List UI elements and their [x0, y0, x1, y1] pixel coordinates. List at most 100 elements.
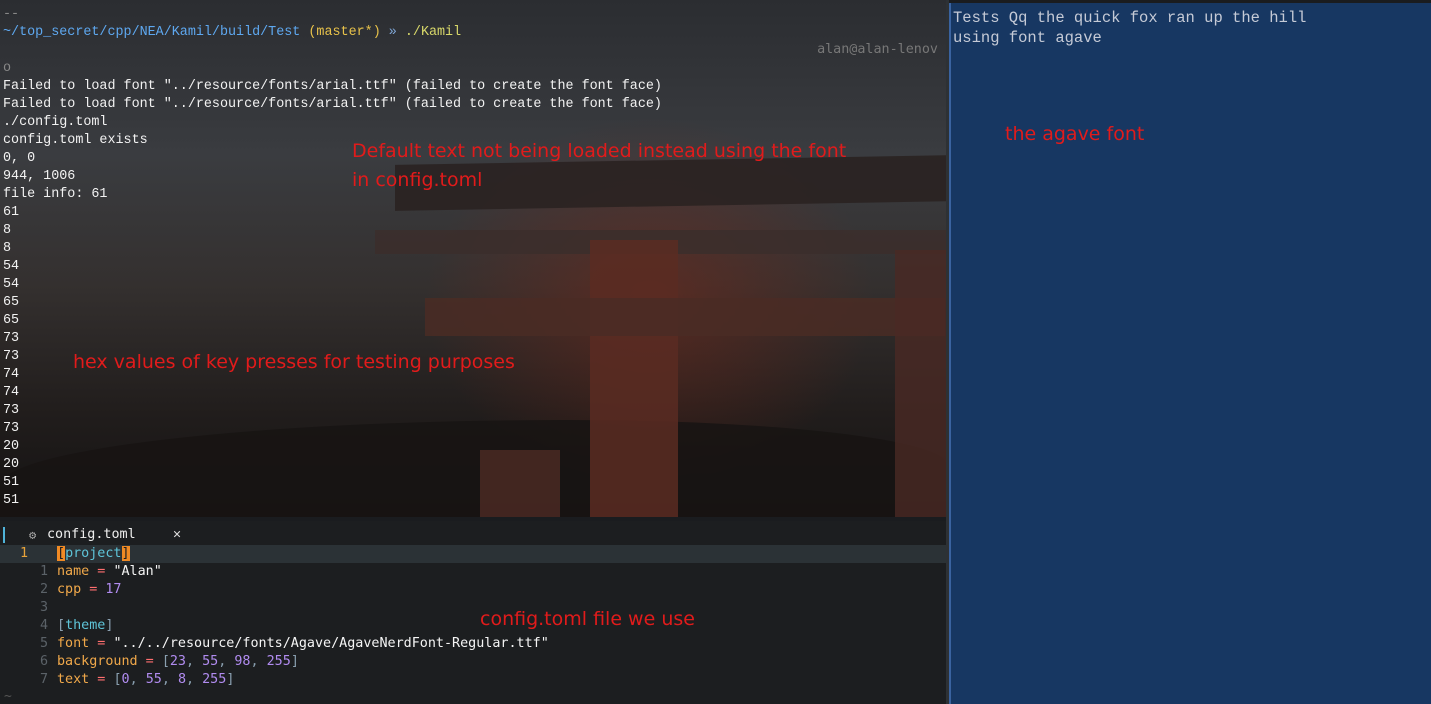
- code-token: text: [57, 672, 90, 687]
- code-token: ,: [161, 672, 178, 687]
- code-line[interactable]: 1 [project]: [0, 545, 946, 563]
- code-token: name: [57, 564, 90, 579]
- code-token: 255: [202, 672, 227, 687]
- line-number: 1: [19, 546, 28, 561]
- code-line[interactable]: 1 name = "Alan": [0, 563, 946, 581]
- code-token: 98: [234, 654, 251, 669]
- tab-active-indicator: [3, 527, 5, 543]
- agave-window[interactable]: Tests Qq the quick fox ran up the hill u…: [949, 3, 1431, 704]
- code-token: 55: [145, 672, 162, 687]
- prompt-path: ~/top_secret/cpp/NEA/Kamil/build/Test: [3, 25, 301, 40]
- code-token: cpp: [57, 582, 82, 597]
- annotation-default-text-line2: in config.toml: [352, 169, 483, 191]
- line-number: 3: [39, 600, 48, 615]
- code-token: ]: [290, 654, 299, 669]
- code-token: =: [89, 672, 114, 687]
- terminal-output-line: 73: [3, 403, 20, 418]
- tab-label: config.toml: [47, 527, 136, 542]
- code-token: [: [57, 546, 66, 561]
- code-token: ]: [105, 618, 114, 633]
- terminal-output-line: 73: [3, 421, 20, 436]
- terminal-output-line: Failed to load font "../resource/fonts/a…: [3, 97, 662, 112]
- terminal-top-dashes: --: [3, 7, 20, 22]
- annotation-config-file: config.toml file we use: [480, 608, 695, 630]
- terminal-output-line: 8: [3, 241, 12, 256]
- agave-text-line1: Tests Qq the quick fox ran up the hill: [953, 9, 1307, 27]
- code-text: background = [23, 55, 98, 255]: [57, 653, 299, 671]
- code-line[interactable]: 6 background = [23, 55, 98, 255]: [0, 653, 946, 671]
- code-text: cpp = 17: [57, 581, 122, 599]
- prompt-command: ./Kamil: [404, 25, 462, 40]
- code-token: 17: [105, 582, 122, 597]
- code-token: 23: [169, 654, 186, 669]
- code-token: 255: [266, 654, 291, 669]
- terminal-output-line: 20: [3, 457, 20, 472]
- terminal-output-lines: o Failed to load font "../resource/fonts…: [3, 61, 662, 508]
- code-line[interactable]: 2 cpp = 17: [0, 581, 946, 599]
- code-line[interactable]: 3: [0, 599, 946, 617]
- code-line[interactable]: 5 font = "../../resource/fonts/Agave/Agav…: [0, 635, 946, 653]
- prompt-arrow: »: [388, 25, 397, 40]
- terminal-output-line: Failed to load font "../resource/fonts/a…: [3, 79, 662, 94]
- terminal-output-line: 74: [3, 367, 20, 382]
- agave-text-line2: using font agave: [953, 29, 1102, 47]
- terminal-output-line: 0, 0: [3, 151, 36, 166]
- terminal-output-line: 54: [3, 259, 20, 274]
- line-number: 2: [39, 582, 48, 597]
- code-token: 0: [121, 672, 130, 687]
- annotation-default-text-line1: Default text not being loaded instead us…: [352, 140, 847, 162]
- code-text: [project]: [57, 545, 130, 563]
- terminal-output-line: 944, 1006: [3, 169, 76, 184]
- agave-text: Tests Qq the quick fox ran up the hill u…: [953, 8, 1306, 48]
- prompt-dirty-marker: *: [364, 25, 373, 40]
- code-token: project: [65, 546, 122, 561]
- code-token: font: [57, 636, 90, 651]
- line-number: 6: [39, 654, 48, 669]
- code-line[interactable]: 4 [theme]: [0, 617, 946, 635]
- code-token: ]: [226, 672, 235, 687]
- terminal-output-line: 20: [3, 439, 20, 454]
- code-token: ]: [121, 546, 130, 561]
- code-text: font = "../../resource/fonts/Agave/Agave…: [57, 635, 549, 653]
- editor-pane[interactable]: ⚙ config.toml ✕ 1 [project] 1 name = "Alan"…: [0, 521, 946, 704]
- background-torii-post-right: [895, 250, 946, 517]
- terminal-output-line: config.toml exists: [3, 133, 148, 148]
- code-token: ,: [186, 654, 203, 669]
- line-number: 4: [39, 618, 48, 633]
- code-token: theme: [65, 618, 106, 633]
- line-number: 7: [39, 672, 48, 687]
- code-token: =: [89, 564, 114, 579]
- terminal-output-line: 65: [3, 313, 20, 328]
- terminal-pane[interactable]: -- ~/top_secret/cpp/NEA/Kamil/build/Test…: [0, 0, 946, 517]
- terminal-output-line: 73: [3, 331, 20, 346]
- code-text: text = [0, 55, 8, 255]: [57, 671, 234, 689]
- terminal-output-line: 65: [3, 295, 20, 310]
- gear-icon: ⚙: [29, 528, 37, 542]
- terminal-output-line: 74: [3, 385, 20, 400]
- code-text: name = "Alan": [57, 563, 162, 581]
- code-text: [theme]: [57, 617, 113, 635]
- code-token: [: [161, 654, 170, 669]
- terminal-output[interactable]: -- ~/top_secret/cpp/NEA/Kamil/build/Test…: [3, 6, 662, 510]
- close-icon[interactable]: ✕: [173, 525, 181, 545]
- code-line[interactable]: 7 text = [0, 55, 8, 255]: [0, 671, 946, 689]
- annotation-agave-font: the agave font: [1005, 123, 1145, 145]
- prompt-branch: master: [316, 25, 365, 40]
- code-token: 8: [177, 672, 186, 687]
- terminal-output-line: file info: 61: [3, 187, 108, 202]
- right-prompt: alan@alan-lenov: [817, 42, 938, 57]
- code-area[interactable]: 1 [project] 1 name = "Alan" 2 cpp = 17 3 4 [them…: [0, 545, 946, 689]
- terminal-output-line: 51: [3, 493, 20, 508]
- empty-line-tilde: ~: [4, 689, 12, 704]
- terminal-output-line: 54: [3, 277, 20, 292]
- line-number: 1: [39, 564, 48, 579]
- code-token: ,: [129, 672, 146, 687]
- code-token: "../../resource/fonts/Agave/AgaveNerdFon…: [113, 636, 549, 651]
- tab-config-toml[interactable]: ⚙ config.toml ✕: [25, 525, 193, 545]
- code-token: ,: [186, 672, 203, 687]
- terminal-output-line: 8: [3, 223, 12, 238]
- code-token: =: [81, 582, 106, 597]
- code-token: "Alan": [113, 564, 162, 579]
- code-token: ,: [218, 654, 235, 669]
- annotation-hex-values: hex values of key presses for testing pu…: [73, 351, 515, 373]
